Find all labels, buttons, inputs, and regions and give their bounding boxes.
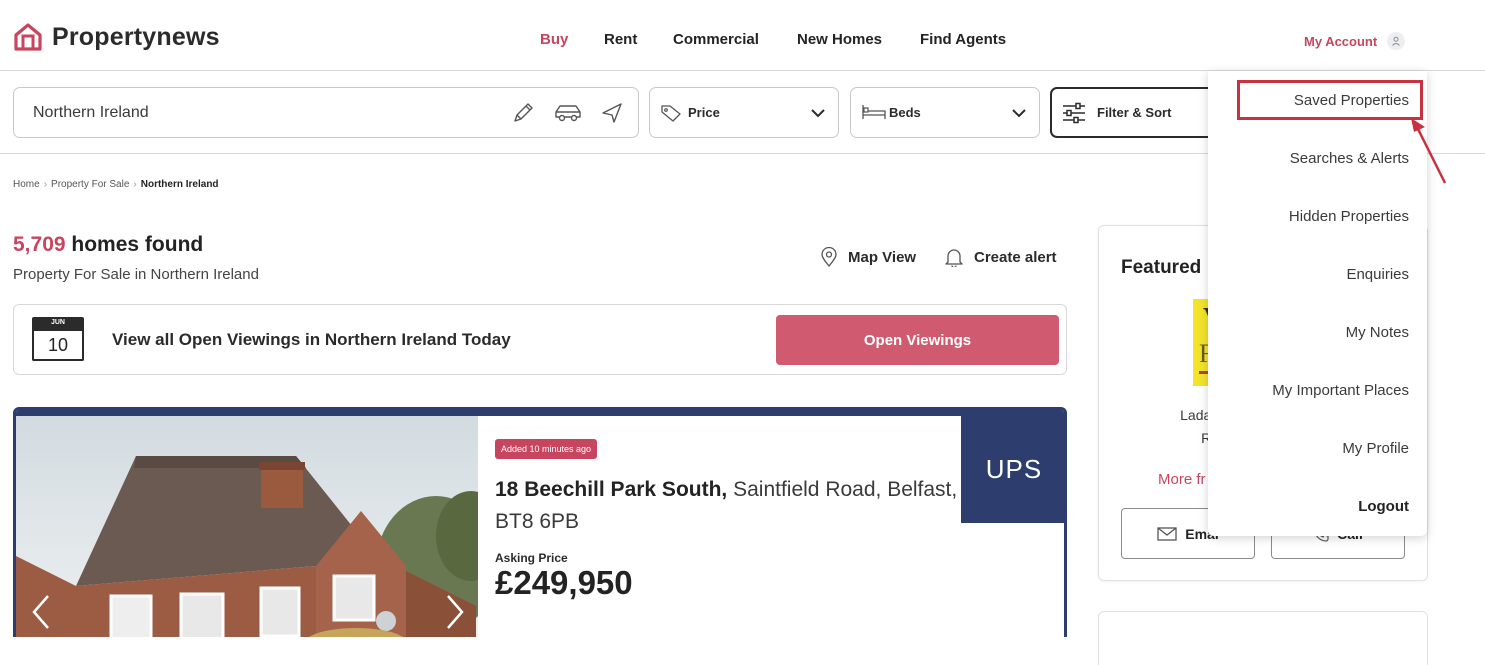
price-label: Price bbox=[688, 105, 720, 120]
menu-my-important-places[interactable]: My Important Places bbox=[1272, 382, 1409, 399]
nav-rent[interactable]: Rent bbox=[604, 31, 637, 48]
location-input[interactable]: Northern Ireland bbox=[13, 87, 639, 138]
listing-address[interactable]: 18 Beechill Park South, Saintfield Road,… bbox=[495, 474, 965, 538]
photo-prev-arrow-icon[interactable] bbox=[30, 594, 52, 630]
house-photo-image bbox=[16, 416, 478, 637]
my-account-label: My Account bbox=[1304, 33, 1378, 49]
bed-icon bbox=[862, 105, 886, 119]
added-badge: Added 10 minutes ago bbox=[495, 439, 598, 459]
listing-address-street: 18 Beechill Park South, bbox=[495, 478, 728, 501]
results-subtitle: Property For Sale in Northern Ireland bbox=[13, 266, 259, 283]
menu-hidden-properties[interactable]: Hidden Properties bbox=[1289, 208, 1409, 225]
results-count-suffix: homes found bbox=[65, 233, 204, 256]
breadcrumb-separator-icon: › bbox=[43, 179, 48, 190]
saved-properties-highlight bbox=[1237, 80, 1423, 120]
price-tag-icon bbox=[661, 105, 681, 122]
listing-price: £249,950 bbox=[495, 564, 633, 601]
menu-my-notes[interactable]: My Notes bbox=[1346, 324, 1409, 341]
breadcrumb-home[interactable]: Home bbox=[13, 179, 40, 190]
menu-enquiries[interactable]: Enquiries bbox=[1346, 266, 1409, 283]
create-alert-button[interactable]: Create alert bbox=[944, 247, 1057, 267]
chevron-down-icon bbox=[1012, 109, 1026, 118]
location-value: Northern Ireland bbox=[33, 104, 149, 121]
brand-name: Propertynews bbox=[52, 22, 220, 51]
featured-title: Featured bbox=[1121, 257, 1202, 278]
menu-logout[interactable]: Logout bbox=[1358, 498, 1409, 515]
breadcrumb: Home › Property For Sale › Northern Irel… bbox=[13, 179, 219, 190]
nav-buy[interactable]: Buy bbox=[540, 31, 568, 48]
listing-card[interactable]: Added 10 minutes ago 18 Beechill Park So… bbox=[13, 407, 1067, 637]
asking-price-label: Asking Price bbox=[495, 551, 568, 565]
breadcrumb-separator-icon: › bbox=[133, 179, 137, 190]
calendar-day: 10 bbox=[47, 335, 69, 355]
user-icon bbox=[1387, 32, 1406, 50]
site-logo[interactable]: Propertynews bbox=[13, 22, 220, 52]
draw-pencil-icon[interactable] bbox=[510, 100, 536, 126]
nav-commercial[interactable]: Commercial bbox=[673, 31, 759, 48]
breadcrumb-current: Northern Ireland bbox=[140, 179, 219, 190]
account-dropdown-menu: Saved Properties Searches & Alerts Hidde… bbox=[1208, 71, 1427, 536]
nav-find-agents[interactable]: Find Agents bbox=[920, 31, 1006, 48]
my-account-button[interactable]: My Account bbox=[1304, 32, 1406, 50]
calendar-icon: JUN 10 bbox=[32, 317, 84, 361]
beds-label: Beds bbox=[889, 105, 921, 120]
beds-dropdown[interactable]: Beds bbox=[850, 87, 1040, 138]
map-view-button[interactable]: Map View bbox=[820, 247, 916, 267]
menu-searches-alerts[interactable]: Searches & Alerts bbox=[1290, 150, 1409, 167]
house-logo-icon bbox=[14, 23, 42, 51]
sliders-icon bbox=[1063, 102, 1085, 124]
bell-icon bbox=[945, 249, 963, 267]
open-viewings-button[interactable]: Open Viewings bbox=[776, 315, 1059, 365]
calendar-month: JUN bbox=[50, 319, 65, 326]
breadcrumb-property-for-sale[interactable]: Property For Sale bbox=[51, 179, 129, 190]
photo-next-arrow-icon[interactable] bbox=[444, 594, 466, 630]
annotation-arrow-icon bbox=[1411, 118, 1447, 184]
open-viewings-text: View all Open Viewings in Northern Irela… bbox=[112, 330, 511, 349]
nav-new-homes[interactable]: New Homes bbox=[797, 31, 882, 48]
map-view-label: Map View bbox=[848, 248, 917, 266]
filter-sort-button[interactable]: Filter & Sort bbox=[1050, 87, 1230, 138]
car-travel-icon[interactable] bbox=[552, 100, 584, 126]
sidebar-card bbox=[1098, 611, 1428, 665]
agent-logo[interactable]: UPS bbox=[961, 416, 1064, 523]
map-pin-icon bbox=[821, 247, 837, 267]
results-count: 5,709 bbox=[13, 233, 66, 256]
results-heading: 5,709 homes found bbox=[13, 233, 203, 257]
site-header: Propertynews Buy Rent Commercial New Hom… bbox=[0, 0, 1485, 71]
location-arrow-icon[interactable] bbox=[600, 100, 624, 126]
envelope-icon bbox=[1157, 526, 1177, 541]
menu-my-profile[interactable]: My Profile bbox=[1342, 440, 1409, 457]
filter-sort-label: Filter & Sort bbox=[1097, 105, 1172, 120]
price-dropdown[interactable]: Price bbox=[649, 87, 839, 138]
chevron-down-icon bbox=[811, 109, 825, 118]
open-viewings-banner: JUN 10 View all Open Viewings in Norther… bbox=[13, 304, 1067, 375]
create-alert-label: Create alert bbox=[974, 248, 1057, 266]
featured-more-link[interactable]: More fr bbox=[1158, 471, 1206, 488]
property-photo[interactable] bbox=[16, 416, 478, 637]
